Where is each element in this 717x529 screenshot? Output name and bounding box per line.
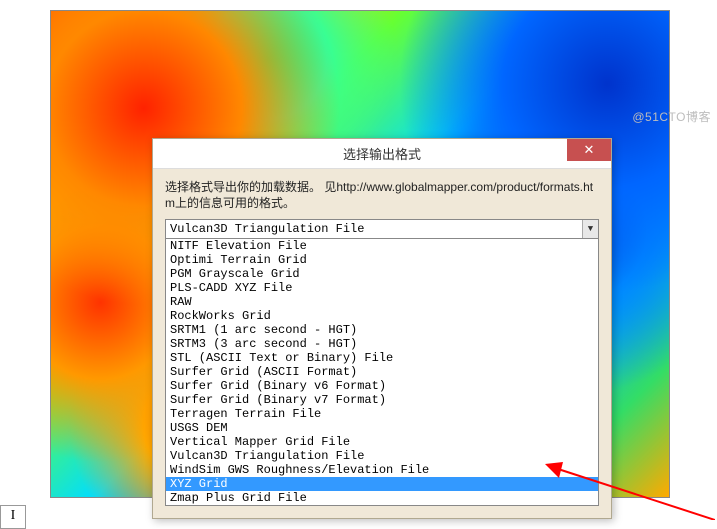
combobox-selected-text: Vulcan3D Triangulation File — [166, 222, 582, 236]
dialog-title: 选择输出格式 — [153, 144, 611, 163]
list-item[interactable]: NITF Elevation File — [166, 239, 598, 253]
chevron-down-icon: ▼ — [582, 220, 598, 238]
format-listbox[interactable]: NITF Elevation FileOptimi Terrain GridPG… — [165, 238, 599, 506]
close-icon: ✕ — [584, 142, 595, 158]
instruction-text: 选择格式导出你的加载数据。 见http://www.globalmapper.c… — [165, 179, 599, 211]
list-item[interactable]: Vertical Mapper Grid File — [166, 435, 598, 449]
watermark-text: @51CTO博客 — [632, 108, 711, 125]
list-item[interactable]: Terragen Terrain File — [166, 407, 598, 421]
list-item[interactable]: PGM Grayscale Grid — [166, 267, 598, 281]
close-button[interactable]: ✕ — [567, 139, 611, 161]
list-item[interactable]: RAW — [166, 295, 598, 309]
list-item[interactable]: PLS-CADD XYZ File — [166, 281, 598, 295]
list-item[interactable]: Optimi Terrain Grid — [166, 253, 598, 267]
list-item[interactable]: XYZ Grid — [166, 477, 598, 491]
export-format-dialog: 选择输出格式 ✕ 选择格式导出你的加载数据。 见http://www.globa… — [152, 138, 612, 519]
text-cursor-indicator: I — [0, 505, 26, 529]
list-item[interactable]: SRTM1 (1 arc second - HGT) — [166, 323, 598, 337]
list-item[interactable]: Surfer Grid (Binary v6 Format) — [166, 379, 598, 393]
format-combobox[interactable]: Vulcan3D Triangulation File ▼ — [165, 219, 599, 239]
list-item[interactable]: Vulcan3D Triangulation File — [166, 449, 598, 463]
list-item[interactable]: USGS DEM — [166, 421, 598, 435]
list-item[interactable]: SRTM3 (3 arc second - HGT) — [166, 337, 598, 351]
list-item[interactable]: STL (ASCII Text or Binary) File — [166, 351, 598, 365]
list-item[interactable]: Surfer Grid (Binary v7 Format) — [166, 393, 598, 407]
dialog-body: 选择格式导出你的加载数据。 见http://www.globalmapper.c… — [153, 169, 611, 518]
dialog-titlebar[interactable]: 选择输出格式 ✕ — [153, 139, 611, 169]
list-item[interactable]: Zmap Plus Grid File — [166, 491, 598, 505]
list-item[interactable]: RockWorks Grid — [166, 309, 598, 323]
list-item[interactable]: Surfer Grid (ASCII Format) — [166, 365, 598, 379]
list-item[interactable]: WindSim GWS Roughness/Elevation File — [166, 463, 598, 477]
